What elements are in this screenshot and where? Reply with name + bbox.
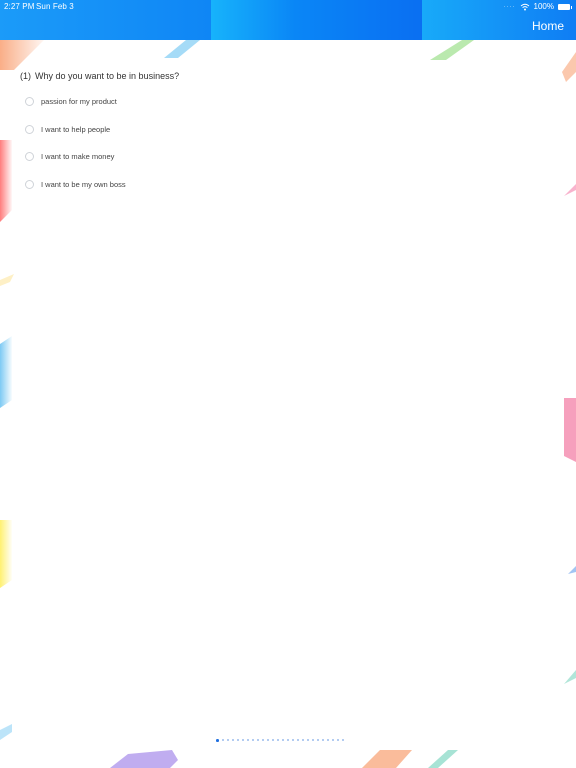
page-dot[interactable] — [336, 739, 339, 741]
page-dot[interactable] — [226, 739, 229, 741]
page-dot[interactable] — [246, 739, 249, 741]
answer-option[interactable]: passion for my product — [25, 97, 117, 106]
page-dot[interactable] — [326, 739, 329, 741]
top-navigation-bar — [0, 0, 576, 40]
answer-option[interactable]: I want to make money — [25, 152, 114, 161]
answer-option-label: I want to be my own boss — [41, 180, 126, 189]
status-date: Sun Feb 3 — [36, 2, 74, 11]
signal-dots-icon: ···· — [503, 3, 516, 10]
answer-option-label: passion for my product — [41, 97, 117, 106]
page-dot[interactable] — [251, 739, 254, 741]
page-dot[interactable] — [286, 739, 289, 741]
page-dot[interactable] — [281, 739, 284, 741]
answer-option-label: I want to help people — [41, 125, 111, 134]
wifi-icon — [520, 3, 529, 10]
radio-button[interactable] — [25, 97, 34, 106]
page-dot[interactable] — [306, 739, 309, 741]
page-dot[interactable] — [231, 739, 234, 741]
page-dot[interactable] — [341, 739, 344, 741]
page-dot[interactable] — [241, 739, 244, 741]
page-dot[interactable] — [321, 739, 324, 741]
question-text: Why do you want to be in business? — [35, 71, 180, 81]
page-dot[interactable] — [311, 739, 314, 741]
page-dot[interactable] — [276, 739, 279, 741]
page-dot[interactable] — [291, 739, 294, 741]
page-dot[interactable] — [236, 739, 239, 741]
page-dot[interactable] — [296, 739, 299, 741]
header-segment-center — [211, 0, 422, 40]
status-time: 2:27 PM — [4, 2, 35, 11]
page-dot[interactable] — [256, 739, 259, 741]
page-dot[interactable] — [266, 739, 269, 741]
page-dot[interactable] — [221, 739, 224, 741]
page-dot[interactable] — [301, 739, 304, 741]
battery-percent: 100% — [533, 2, 554, 11]
page-dot-active[interactable] — [216, 739, 219, 742]
page-dot[interactable] — [331, 739, 334, 741]
battery-icon — [558, 3, 572, 10]
question-number: (1) — [20, 71, 31, 81]
radio-button[interactable] — [25, 125, 34, 134]
decorative-stripes — [0, 40, 576, 768]
status-indicators: ···· 100% — [503, 2, 572, 11]
answer-option[interactable]: I want to be my own boss — [25, 180, 126, 189]
page-dot[interactable] — [271, 739, 274, 741]
home-button[interactable]: Home — [532, 19, 564, 33]
page-indicator[interactable] — [216, 739, 344, 742]
radio-button[interactable] — [25, 152, 34, 161]
page-dot[interactable] — [261, 739, 264, 741]
answer-option[interactable]: I want to help people — [25, 125, 110, 134]
answer-option-label: I want to make money — [41, 152, 115, 161]
page-dot[interactable] — [316, 739, 319, 741]
question-heading: (1) Why do you want to be in business? — [20, 71, 179, 81]
radio-button[interactable] — [25, 180, 34, 189]
